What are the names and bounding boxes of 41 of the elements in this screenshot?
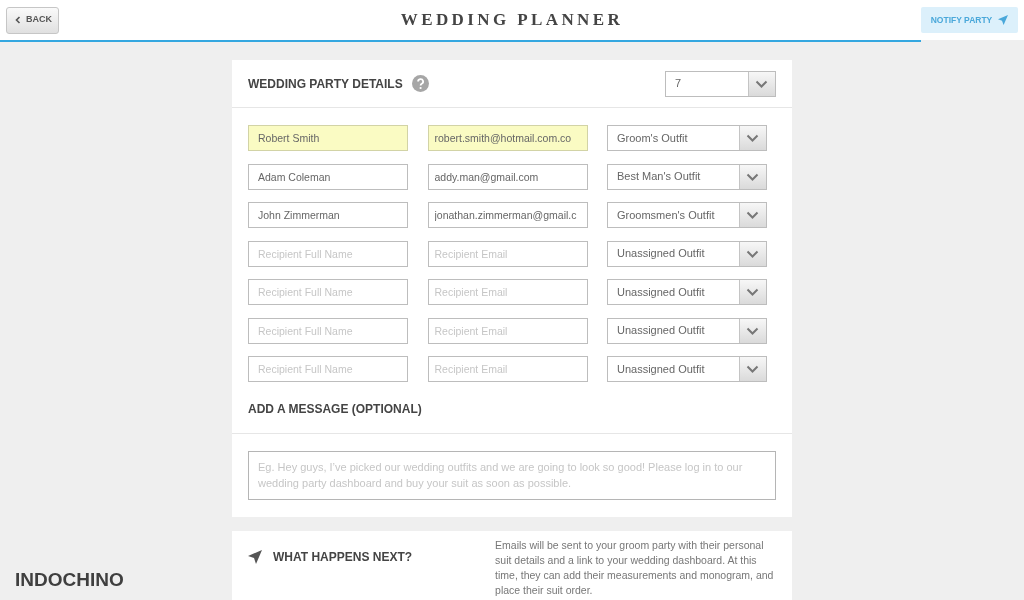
back-button[interactable]: BACK [6,6,59,34]
outfit-select[interactable]: Groomsmen's Outfit [607,202,767,228]
email-field[interactable]: jonathan.zimmerman@gmail.c [427,202,588,228]
chevron-down-icon [739,164,766,189]
chevron-down-icon [739,280,766,304]
outfit-select[interactable]: Unassigned Outfit [607,240,767,267]
name-field[interactable]: Recipient Full Name [248,356,408,382]
outfit-select[interactable]: Groom's Outfit [607,125,767,151]
chevron-left-icon [15,16,21,24]
party-size-select[interactable]: 7 [665,70,776,97]
section-title: ADD A MESSAGE (OPTIONAL) [248,400,422,418]
chevron-down-icon [739,203,766,227]
chevron-down-icon [739,126,766,150]
section-title: WHAT HAPPENS NEXT? [273,549,413,566]
chevron-down-icon [748,71,775,96]
paper-plane-icon [998,15,1009,25]
next-steps-text: Emails will be sent to your groom party with their personal suit details and a link to your wedding dashboard. At this time, they can add their measurements and monogram, and place their suit order. [495,538,775,598]
page-title: WEDDING PLANNER [400,9,624,32]
outfit-select[interactable]: Best Man's Outfit [607,163,767,190]
chevron-down-icon [739,357,766,381]
name-field[interactable]: Adam Coleman [248,163,408,190]
email-field[interactable]: Recipient Email [427,317,588,344]
chevron-down-icon [739,241,766,266]
email-field[interactable]: addy.man@gmail.com [427,163,588,190]
help-icon [411,75,429,92]
email-field[interactable]: robert.smith@hotmail.com.co [427,125,588,151]
name-field[interactable]: John Zimmerman [248,202,408,228]
chevron-down-icon [739,318,766,343]
outfit-select[interactable]: Unassigned Outfit [607,279,767,305]
email-field[interactable]: Recipient Email [427,279,588,305]
name-field[interactable]: Recipient Full Name [248,317,408,344]
outfit-select[interactable]: Unassigned Outfit [607,317,767,344]
paper-plane-icon [248,550,262,564]
email-field[interactable]: Recipient Email [427,240,588,267]
section-title: WEDDING PARTY DETAILS [248,75,403,93]
name-field[interactable]: Recipient Full Name [248,279,408,305]
name-field[interactable]: Recipient Full Name [248,240,408,267]
brand-logo: INDOCHINO [15,568,124,592]
name-field[interactable]: Robert Smith [248,125,408,151]
email-field[interactable]: Recipient Email [427,356,588,382]
outfit-select[interactable]: Unassigned Outfit [607,356,767,382]
